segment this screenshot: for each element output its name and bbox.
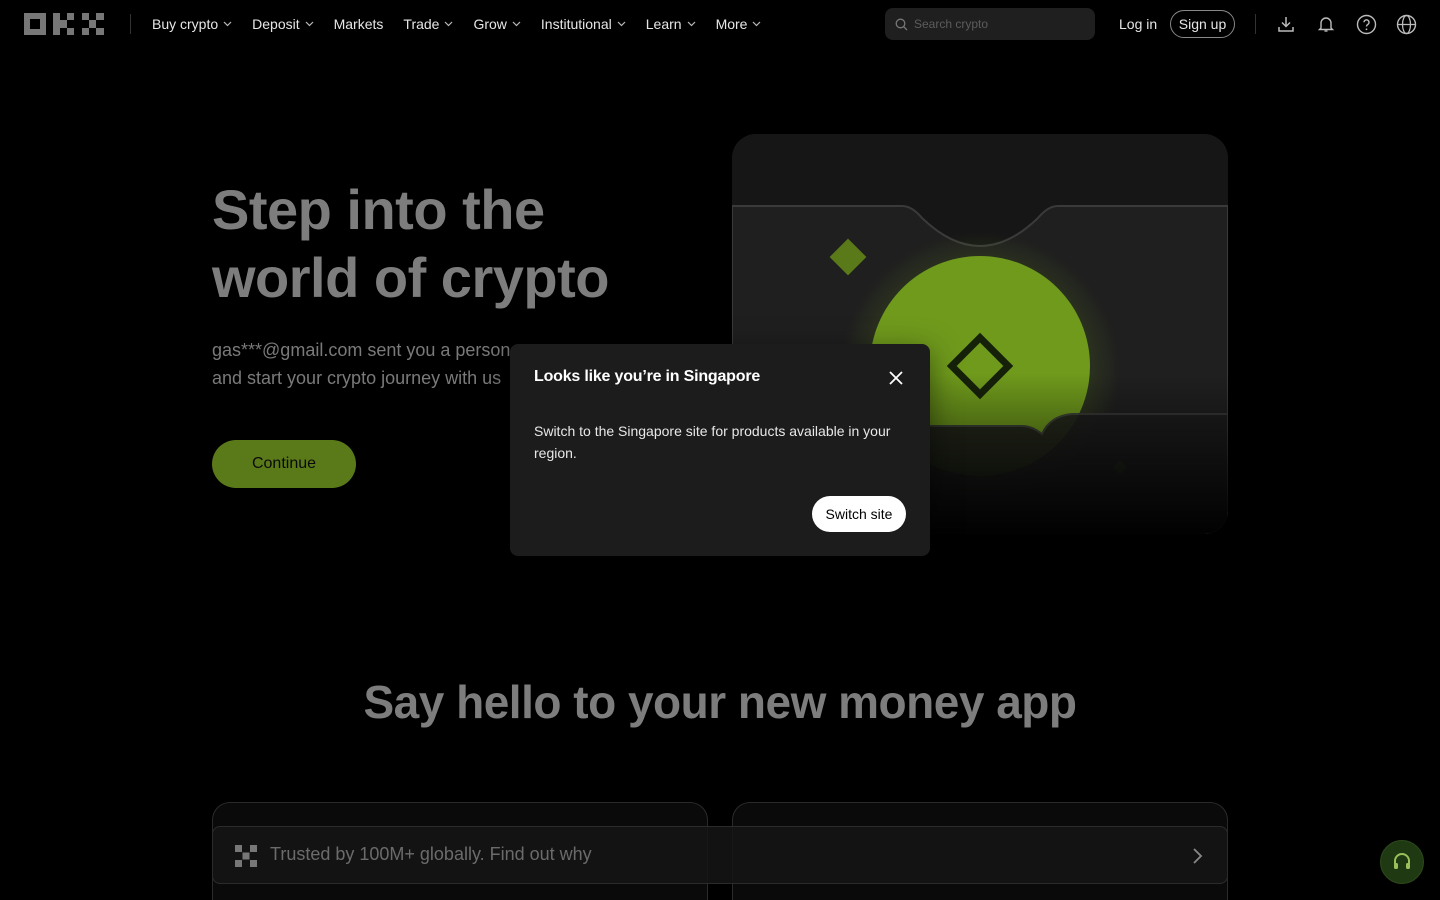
close-icon[interactable] — [884, 366, 908, 390]
switch-site-button[interactable]: Switch site — [812, 496, 906, 532]
region-modal: Looks like you’re in Singapore Switch to… — [510, 344, 930, 556]
modal-body: Switch to the Singapore site for product… — [534, 423, 891, 461]
modal-title: Looks like you’re in Singapore — [534, 368, 761, 385]
